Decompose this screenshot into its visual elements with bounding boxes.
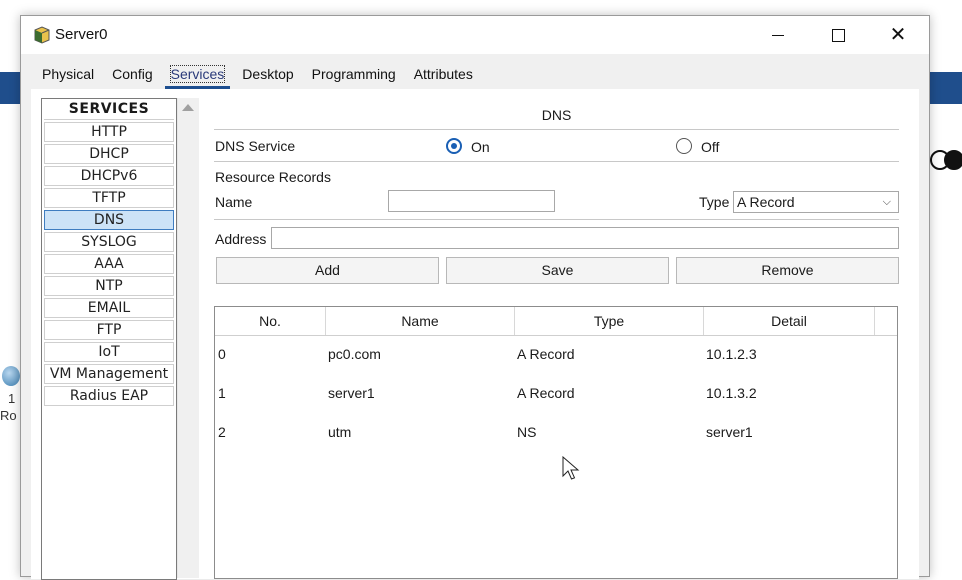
cell-name: utm [328,424,352,440]
tab-label: Physical [42,66,95,82]
cell-no: 2 [218,424,226,440]
scroll-up-icon[interactable] [182,104,194,111]
column-header-name[interactable]: Name [326,307,515,335]
address-label: Address [215,231,267,247]
table-header: No. Name Type Detail [215,307,897,336]
title-bar[interactable]: Server0 ✕ [21,16,929,54]
cell-name: pc0.com [328,346,381,362]
service-item-dhcp[interactable]: DHCP [44,144,174,164]
service-item-ftp[interactable]: FTP [44,320,174,340]
background-app-toolbar-right [928,72,962,170]
minimize-button[interactable] [748,16,808,54]
type-select[interactable]: A Record ⌵ [733,191,899,213]
close-button[interactable]: ✕ [868,16,928,54]
address-input[interactable] [271,227,899,249]
service-item-dhcpv6[interactable]: DHCPv6 [44,166,174,186]
dns-service-label: DNS Service [215,138,296,154]
server-icon [34,26,50,44]
services-list: SERVICES HTTP DHCP DHCPv6 TFTP DNS SYSLO… [41,98,177,580]
tab-label: Services [169,65,226,83]
name-input[interactable] [388,190,555,212]
services-content: SERVICES HTTP DHCP DHCPv6 TFTP DNS SYSLO… [31,89,919,580]
tab-services[interactable]: Services [162,62,234,89]
dns-panel: DNS DNS Service On Off Resource Records … [214,89,919,579]
column-header-no[interactable]: No. [215,307,326,335]
tab-label: Desktop [242,66,294,82]
cell-type: A Record [517,346,575,362]
services-header: SERVICES [44,99,174,120]
service-item-ntp[interactable]: NTP [44,276,174,296]
router-label-top: 1 [8,391,16,406]
cell-type: A Record [517,385,575,401]
service-item-http[interactable]: HTTP [44,122,174,142]
service-item-email[interactable]: EMAIL [44,298,174,318]
mouse-cursor-icon [562,456,580,480]
chevron-down-icon: ⌵ [882,196,891,208]
table-row[interactable]: 0 pc0.com A Record 10.1.2.3 [215,337,897,376]
server-window: Server0 ✕ Physical Config Services Deskt… [20,15,930,580]
service-item-vm-management[interactable]: VM Management [44,364,174,384]
tab-label: Config [112,66,153,82]
dns-records-table: No. Name Type Detail 0 pc0.com A Record … [214,306,898,579]
tab-label: Programming [311,66,396,82]
cell-name: server1 [328,385,375,401]
column-header-type[interactable]: Type [515,307,704,335]
services-scrollbar[interactable] [177,98,199,578]
panel-title: DNS [541,107,572,123]
cell-detail: server1 [706,424,753,440]
service-item-aaa[interactable]: AAA [44,254,174,274]
type-label: Type [699,194,730,210]
window-title: Server0 [55,26,108,43]
column-header-detail[interactable]: Detail [704,307,875,335]
divider [214,161,899,162]
tab-programming[interactable]: Programming [303,62,405,88]
tab-config[interactable]: Config [103,62,161,88]
router-label-bottom: Ro [0,408,17,423]
cell-detail: 10.1.2.3 [706,346,757,362]
service-item-tftp[interactable]: TFTP [44,188,174,208]
tab-label: Attributes [413,66,473,82]
tab-physical[interactable]: Physical [33,62,103,88]
minimize-icon [772,34,784,36]
service-item-dns[interactable]: DNS [44,210,174,230]
background-app-toolbar [0,72,20,104]
add-button[interactable]: Add [216,257,439,284]
tab-bar: Physical Config Services Desktop Program… [33,62,482,89]
dns-off-label: Off [701,139,720,155]
dns-on-radio[interactable] [446,138,462,154]
background-cloud-icon [944,150,962,170]
cell-detail: 10.1.3.2 [706,385,757,401]
service-item-radius-eap[interactable]: Radius EAP [44,386,174,406]
remove-button[interactable]: Remove [676,257,899,284]
cell-no: 1 [218,385,226,401]
cell-type: NS [517,424,537,440]
maximize-button[interactable] [808,16,868,54]
divider [214,129,899,130]
table-row[interactable]: 2 utm NS server1 [215,415,897,454]
save-button[interactable]: Save [446,257,669,284]
table-row[interactable]: 1 server1 A Record 10.1.3.2 [215,376,897,415]
cell-no: 0 [218,346,226,362]
maximize-icon [831,28,845,42]
resource-records-label: Resource Records [215,169,331,185]
dns-on-label: On [471,139,490,155]
close-icon: ✕ [889,24,907,46]
service-item-iot[interactable]: IoT [44,342,174,362]
name-label: Name [215,194,253,210]
type-select-value: A Record [737,194,795,210]
tab-desktop[interactable]: Desktop [233,62,302,88]
tab-attributes[interactable]: Attributes [405,62,482,88]
service-item-syslog[interactable]: SYSLOG [44,232,174,252]
router-icon [2,366,20,386]
divider [214,219,899,220]
dns-off-radio[interactable] [676,138,692,154]
